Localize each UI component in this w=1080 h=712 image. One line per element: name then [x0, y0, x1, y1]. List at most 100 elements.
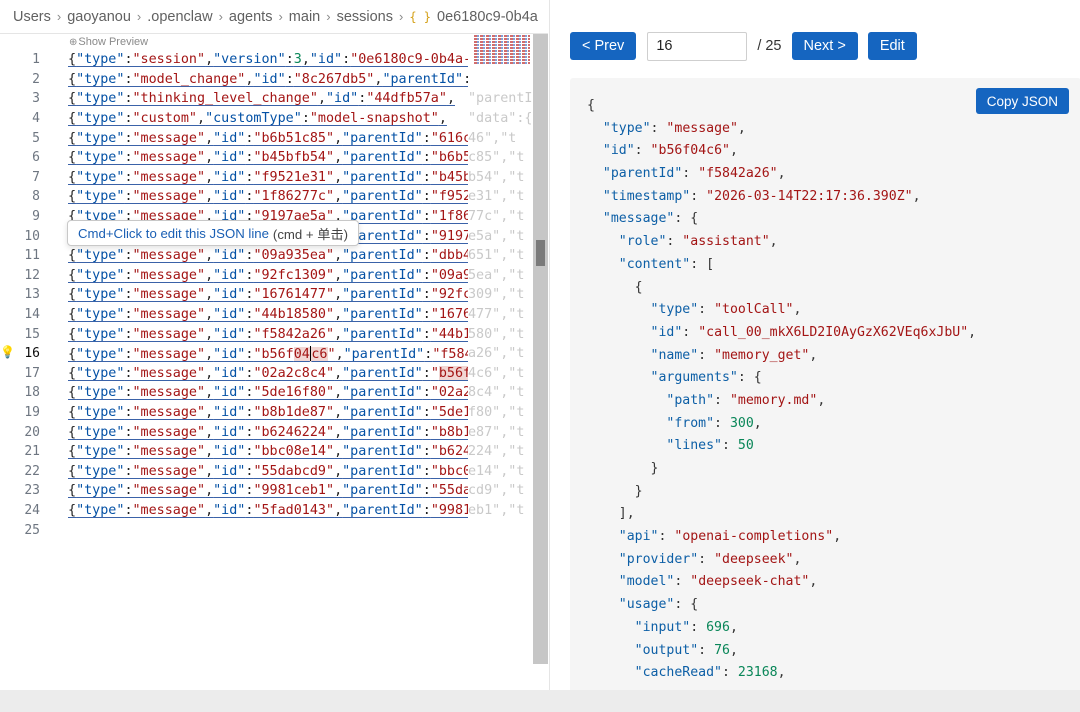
code-text[interactable]: {"type":"session","version":3,"id":"0e61… — [68, 52, 468, 67]
breadcrumb-item[interactable]: main — [289, 9, 320, 25]
line-number: 12 — [24, 267, 40, 283]
line-number: 17 — [24, 365, 40, 381]
line-number: 4 — [32, 111, 40, 127]
breadcrumb-item[interactable]: agents — [229, 9, 273, 25]
code-text[interactable]: {"type":"message","id":"02a2c8c4","paren… — [68, 365, 468, 381]
code-text[interactable]: {"type":"message","id":"b8b1de87","paren… — [68, 405, 468, 420]
code-text[interactable]: {"type":"message","id":"b6b51c85","paren… — [68, 131, 468, 146]
lightbulb-icon[interactable]: 💡 — [0, 345, 15, 359]
json-line: "timestamp": "2026-03-14T22:17:36.390Z", — [602, 188, 921, 204]
code-text[interactable]: {"type":"message","id":"5de16f80","paren… — [68, 385, 468, 400]
tooltip-link[interactable]: Cmd+Click to edit this JSON line — [78, 226, 269, 241]
chevron-right-icon: › — [56, 9, 62, 24]
code-line[interactable]: 6 {"type":"message","id":"b45bfb54","pare… — [0, 148, 533, 168]
line-number: 2 — [32, 71, 40, 87]
code-text[interactable]: {"type":"message","id":"bbc08e14","paren… — [68, 444, 468, 459]
edit-button[interactable]: Edit — [867, 32, 917, 60]
breadcrumb-item[interactable]: sessions — [337, 9, 393, 25]
json-line: "input": 696, — [634, 619, 738, 635]
code-overflow-text: cd9","t — [468, 483, 525, 499]
line-number: 13 — [24, 287, 40, 303]
code-line[interactable]: 20 {"type":"message","id":"b6246224","par… — [0, 422, 533, 442]
code-text[interactable]: {"type":"message","id":"09a935ea","paren… — [68, 248, 468, 263]
code-line[interactable]: 19 {"type":"message","id":"b8b1de87","par… — [0, 403, 533, 423]
json-line: "model": "deepseek-chat", — [618, 574, 818, 590]
edit-line-tooltip[interactable]: Cmd+Click to edit this JSON line (cmd + … — [67, 220, 360, 246]
code-text[interactable]: {"type":"thinking_level_change","id":"44… — [68, 91, 468, 106]
page-number-input[interactable] — [647, 31, 748, 61]
scrollbar-position-marker — [536, 240, 545, 266]
code-line[interactable]: 15 {"type":"message","id":"f5842a26","par… — [0, 324, 533, 344]
scrollbar-thumb[interactable] — [533, 34, 548, 664]
json-line: "api": "openai-completions", — [618, 529, 842, 545]
breadcrumb-item[interactable]: .openclaw — [147, 9, 212, 25]
code-area[interactable]: 1 {"type":"session","version":3,"id":"0e6… — [0, 50, 533, 540]
code-line[interactable]: 3 {"type":"thinking_level_change","id":"4… — [0, 89, 533, 109]
code-line[interactable]: 21 {"type":"message","id":"bbc08e14","par… — [0, 442, 533, 462]
json-line: "path": "memory.md", — [666, 392, 826, 408]
chevron-right-icon: › — [278, 9, 283, 24]
chevron-right-icon: › — [326, 9, 331, 24]
line-number: 22 — [24, 463, 40, 479]
line-number: 3 — [32, 91, 40, 107]
code-text[interactable]: {"type":"model_change","id":"8c267db5","… — [68, 72, 468, 87]
code-overflow-text: 46","t — [468, 130, 517, 146]
code-line[interactable]: 17 {"type":"message","id":"02a2c8c4","par… — [0, 364, 533, 384]
code-line[interactable]: 14 {"type":"message","id":"44b18580","par… — [0, 305, 533, 325]
code-line[interactable]: 4 {"type":"custom","customType":"model-sn… — [0, 109, 533, 129]
code-text[interactable]: {"type":"message","id":"b6246224","paren… — [68, 425, 468, 440]
line-number: 8 — [32, 189, 40, 205]
json-line: ], — [587, 506, 635, 522]
editor-scrollbar[interactable] — [533, 34, 548, 664]
json-line: "provider": "deepseek", — [618, 551, 802, 567]
chevron-right-icon: › — [136, 9, 142, 24]
code-text[interactable]: {"type":"message","id":"f5842a26","paren… — [68, 327, 468, 342]
code-line[interactable]: 24 {"type":"message","id":"5fad0143","par… — [0, 501, 533, 521]
code-overflow-text: "data":{"tim — [468, 111, 533, 127]
code-line[interactable]: 5 {"type":"message","id":"b6b51c85","pare… — [0, 128, 533, 148]
code-text[interactable]: {"type":"message","id":"44b18580","paren… — [68, 307, 468, 322]
line-number: 1 — [32, 52, 40, 68]
code-line[interactable]: 22 {"type":"message","id":"55dabcd9","par… — [0, 461, 533, 481]
code-text[interactable]: {"type":"message","id":"1f86277c","paren… — [68, 189, 468, 204]
code-line[interactable]: 13 {"type":"message","id":"16761477","par… — [0, 285, 533, 305]
json-line: { — [587, 279, 643, 295]
code-text[interactable]: {"type":"message","id":"5fad0143","paren… — [68, 503, 468, 518]
code-text[interactable]: {"type":"message","id":"92fc1309","paren… — [68, 268, 468, 283]
code-text[interactable]: {"type":"message","id":"9981ceb1","paren… — [68, 483, 468, 498]
breadcrumb-item[interactable]: gaoyanou — [67, 9, 131, 25]
copy-json-button[interactable]: Copy JSON — [975, 88, 1069, 114]
json-line: "name": "memory_get", — [650, 347, 818, 363]
code-text[interactable]: {"type":"message","id":"f9521e31","paren… — [68, 170, 468, 185]
json-line: "usage": { — [618, 597, 699, 613]
json-line: "role": "assistant", — [618, 234, 778, 250]
code-overflow-text: 651","t — [468, 248, 525, 264]
code-line[interactable]: 23 {"type":"message","id":"9981ceb1","par… — [0, 481, 533, 501]
code-line[interactable]: 12 {"type":"message","id":"92fc1309","par… — [0, 266, 533, 286]
code-line[interactable]: 7 {"type":"message","id":"f9521e31","pare… — [0, 168, 533, 188]
code-text[interactable]: {"type":"message","id":"b56f04 c6","paren… — [68, 345, 468, 362]
breadcrumb-item[interactable]: Users — [13, 9, 51, 25]
json-viewer-pane: < Prev / 25 Next > Edit Copy JSON { "typ… — [549, 0, 1080, 690]
prev-button[interactable]: < Prev — [570, 32, 637, 60]
code-line[interactable]: 16 💡 {"type":"message","id":"b56f04 c6","pa… — [0, 344, 533, 364]
code-text[interactable]: {"type":"custom","customType":"model-sna… — [68, 111, 468, 126]
json-line: "from": 300, — [666, 415, 762, 431]
code-line[interactable]: 18 {"type":"message","id":"5de16f80","par… — [0, 383, 533, 403]
code-line[interactable]: 8 {"type":"message","id":"1f86277c","pare… — [0, 187, 533, 207]
breadcrumb-item[interactable]: 0e6180c9-0b4a — [437, 9, 538, 25]
line-number: 24 — [24, 502, 40, 518]
tooltip-hint: (cmd + 单击) — [272, 226, 349, 242]
code-line[interactable]: 2 {"type":"model_change","id":"8c267db5",… — [0, 70, 533, 90]
code-overflow-text: e5a","t — [468, 228, 525, 244]
code-line[interactable]: 25 — [0, 520, 533, 540]
code-text[interactable]: {"type":"message","id":"55dabcd9","paren… — [68, 464, 468, 479]
code-overflow-text: e87","t — [468, 424, 525, 440]
code-line[interactable]: 11 {"type":"message","id":"09a935ea","par… — [0, 246, 533, 266]
page-total: / 25 — [757, 38, 782, 54]
show-preview-link[interactable]: ⊕Show Preview — [69, 36, 148, 48]
next-button[interactable]: Next > — [791, 32, 858, 60]
code-line[interactable]: 1 {"type":"session","version":3,"id":"0e6… — [0, 50, 533, 70]
code-text[interactable]: {"type":"message","id":"16761477","paren… — [68, 287, 468, 302]
code-text[interactable]: {"type":"message","id":"b45bfb54","paren… — [68, 150, 468, 165]
